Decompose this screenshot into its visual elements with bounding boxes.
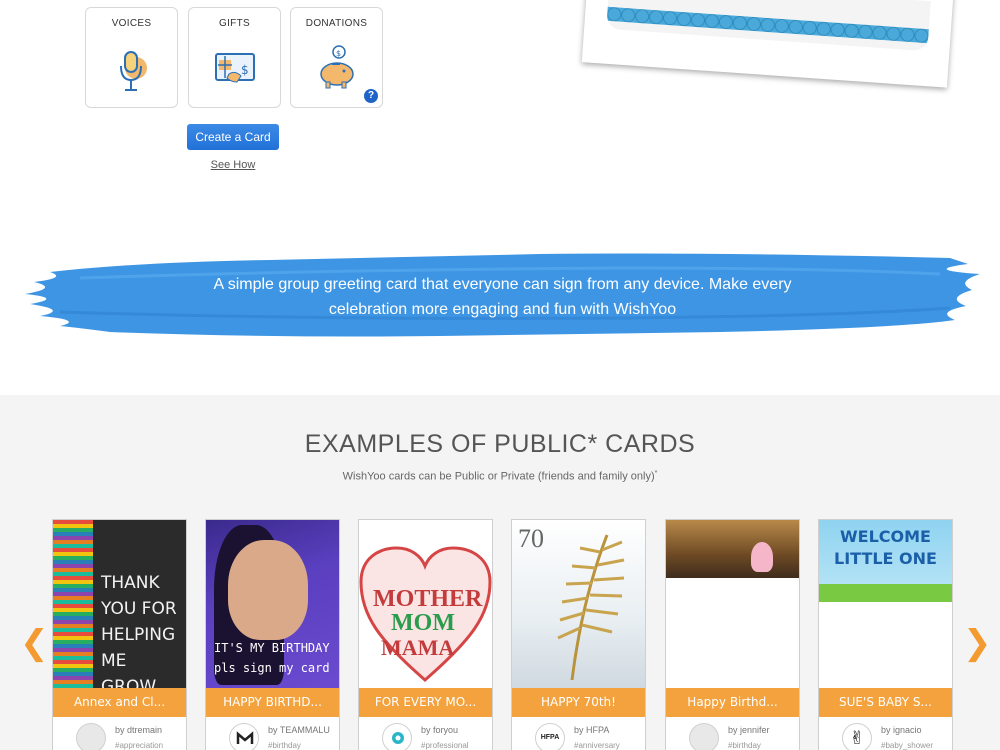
cake-photo: [581, 0, 955, 88]
avatar: ✌: [842, 723, 872, 750]
cake-image: [606, 0, 931, 52]
examples-section: EXAMPLES OF PUBLIC* CARDS WishYoo cards …: [0, 395, 1000, 750]
example-card[interactable]: IT'S MY BIRTHDAY pls sign my card HAPPY …: [205, 519, 340, 750]
feature-donations[interactable]: DONATIONS $ ?: [290, 7, 383, 108]
card-image: [666, 520, 799, 688]
chevron-right-icon[interactable]: ❯: [963, 623, 992, 663]
feature-gifts-label: GIFTS: [219, 18, 250, 29]
card-art-text: WELCOME LITTLE ONE: [834, 527, 937, 568]
gift-card-icon: $: [214, 53, 255, 83]
card-image: MOTHER MOM MAMA: [359, 520, 492, 688]
see-how-link[interactable]: See How: [187, 159, 279, 171]
card-word: MOTHER: [373, 586, 483, 612]
microphone-icon: [119, 51, 147, 91]
card-caption: Annex and Cl...: [53, 688, 186, 717]
svg-text:$: $: [336, 49, 341, 58]
examples-subtitle-text: WishYoo cards can be Public or Private (…: [342, 470, 655, 483]
chevron-left-icon[interactable]: ❮: [20, 623, 49, 663]
card-image: WELCOME LITTLE ONE: [819, 520, 952, 688]
example-card[interactable]: THANK YOU FOR HELPING ME GROW Annex and …: [52, 519, 187, 750]
card-meta: ✌ by ignacio #baby_shower: [819, 717, 952, 750]
card-author[interactable]: by foryou: [421, 725, 458, 735]
card-art-text: IT'S MY BIRTHDAY pls sign my card: [214, 641, 330, 675]
card-meta: by TEAMMALU #birthday: [206, 717, 339, 750]
create-card-button[interactable]: Create a Card: [187, 124, 279, 150]
card-word: MAMA: [381, 635, 455, 660]
examples-subtitle: WishYoo cards can be Public or Private (…: [0, 470, 1000, 483]
card-art-text: THANK YOU FOR HELPING ME GROW: [101, 573, 177, 688]
card-author[interactable]: by dtremain: [115, 725, 162, 735]
banner-text: A simple group greeting card that everyo…: [213, 276, 792, 318]
pencils-graphic: [53, 520, 93, 688]
help-badge[interactable]: ?: [364, 89, 378, 103]
card-meta: by jennifer #birthday: [666, 717, 799, 750]
piggy-bank-icon: $: [319, 45, 354, 89]
card-author[interactable]: by HFPA: [574, 725, 609, 735]
avatar: [229, 723, 259, 750]
card-author[interactable]: by ignacio: [881, 725, 922, 735]
avatar: HFPA: [535, 723, 565, 750]
feature-voices-label: VOICES: [111, 18, 152, 29]
foryou-logo-icon: [392, 732, 404, 744]
peace-hand-icon: ✌: [849, 728, 865, 748]
card-caption: Happy Birthd...: [666, 688, 799, 717]
card-author[interactable]: by jennifer: [728, 725, 770, 735]
card-caption: FOR EVERY MO...: [359, 688, 492, 717]
palm-leaf-graphic: [557, 534, 625, 681]
malu-logo-icon: [236, 731, 254, 744]
card-author[interactable]: by TEAMMALU: [268, 725, 330, 735]
welcome-graphic: WELCOME LITTLE ONE: [819, 520, 952, 602]
card-tag[interactable]: #professional: [421, 741, 469, 750]
card-caption: SUE'S BABY S...: [819, 688, 952, 717]
example-card[interactable]: MOTHER MOM MAMA FOR EVERY MO... by foryo…: [358, 519, 493, 750]
grass-graphic: [819, 584, 952, 602]
card-meta: by foryou #professional: [359, 717, 492, 750]
avatar: [382, 723, 412, 750]
card-tag[interactable]: #baby_shower: [881, 741, 933, 750]
card-caption: HAPPY 70th!: [512, 688, 645, 717]
example-card[interactable]: Happy Birthd... by jennifer #birthday: [665, 519, 800, 750]
card-tag[interactable]: #birthday: [728, 741, 761, 750]
feature-voices[interactable]: VOICES: [85, 7, 178, 108]
avatar: [689, 723, 719, 750]
card-meta: by dtremain #appreciation: [53, 717, 186, 750]
portrait-face: [228, 540, 308, 640]
page: VOICES GIFTS $ DONATIONS $ ? Create a Ca…: [0, 0, 1000, 750]
card-image: THANK YOU FOR HELPING ME GROW: [53, 520, 186, 688]
card-image: 70: [512, 520, 645, 688]
card-caption: HAPPY BIRTHD...: [206, 688, 339, 717]
examples-title: EXAMPLES OF PUBLIC* CARDS: [304, 430, 696, 458]
card-tag[interactable]: #anniversary: [574, 741, 620, 750]
card-tag[interactable]: #appreciation: [115, 741, 163, 750]
card-word: MOM: [391, 610, 455, 636]
example-card[interactable]: 70 HAPPY 70th! HFPA by HFPA #anniversary: [511, 519, 646, 750]
child-figure: [751, 542, 773, 572]
card-meta: HFPA by HFPA #anniversary: [512, 717, 645, 750]
card-tag[interactable]: #birthday: [268, 741, 301, 750]
example-card[interactable]: WELCOME LITTLE ONE SUE'S BABY S... ✌ by …: [818, 519, 953, 750]
carousel-photo: [666, 520, 799, 578]
avatar: [76, 723, 106, 750]
feature-gifts[interactable]: GIFTS $: [188, 7, 281, 108]
card-image: IT'S MY BIRTHDAY pls sign my card: [206, 520, 339, 688]
svg-text:$: $: [241, 63, 249, 77]
feature-donations-label: DONATIONS: [305, 18, 368, 29]
cake-frosting: [606, 6, 929, 44]
examples-subtitle-mark: *: [654, 470, 658, 477]
